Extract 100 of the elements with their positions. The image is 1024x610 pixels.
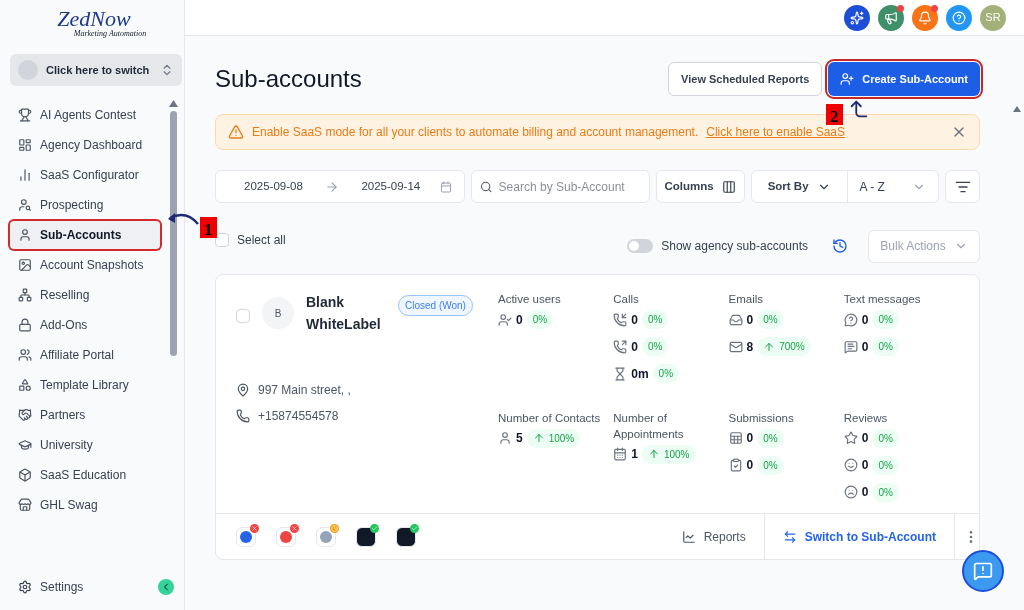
sidebar-item[interactable]: Partners	[10, 401, 161, 429]
sidebar-item[interactable]: Sub-Accounts	[10, 221, 161, 249]
stat-value: 0	[631, 338, 638, 356]
change-badge: 700%	[757, 337, 811, 356]
sidebar-item[interactable]: Add-Ons	[10, 311, 161, 339]
user-search-icon	[18, 198, 32, 212]
form-icon	[728, 431, 743, 445]
select-all-label: Select all	[237, 232, 286, 249]
sparkles-icon	[850, 10, 864, 25]
header-icon-button[interactable]	[912, 4, 938, 31]
reports-link[interactable]: Reports	[681, 527, 764, 546]
banner-text: Enable SaaS mode for all your clients to automate billing and account management.	[252, 124, 699, 141]
sort-control[interactable]: Sort By A - Z	[750, 170, 940, 203]
arrow-right-icon	[325, 179, 340, 194]
reports-button[interactable]: View Scheduled Reports	[668, 62, 823, 96]
trophy-icon	[18, 108, 32, 122]
scroll-up-icon[interactable]	[1013, 106, 1021, 112]
stat-value: 5	[516, 430, 523, 447]
scroll-up-icon[interactable]	[168, 100, 178, 107]
change-badge: 100%	[641, 444, 696, 464]
sidebar-item[interactable]: Prospecting	[10, 191, 161, 219]
settings-icon	[18, 580, 32, 594]
stat-value: 0	[861, 484, 869, 501]
header-icon-button[interactable]	[946, 4, 972, 31]
status-icon	[331, 524, 338, 532]
status-icon	[251, 524, 258, 532]
switch-account-link[interactable]: Switch to Sub-Account	[763, 514, 955, 559]
stat-value: 0	[746, 457, 754, 474]
stat-value: 1	[631, 446, 638, 463]
account-checkbox[interactable]	[236, 309, 250, 323]
sidebar-item[interactable]: Account Snapshots	[10, 251, 161, 279]
history-icon[interactable]	[832, 238, 848, 254]
sidebar-item[interactable]: AI Agents Contest	[10, 101, 161, 129]
change-badge: 0%	[757, 310, 784, 329]
stat-value: 0m	[631, 365, 649, 383]
header-icon-button[interactable]	[844, 4, 870, 31]
search-field[interactable]: Search by Sub-Account	[471, 170, 650, 203]
change-badge: 0%	[526, 310, 554, 329]
chat-button[interactable]	[962, 550, 1004, 592]
stat-label: Reviews	[843, 410, 889, 426]
brand-logo: ZedNow	[57, 8, 131, 30]
user-plus-icon	[840, 72, 855, 86]
bell-icon	[918, 10, 932, 25]
search-icon	[480, 179, 493, 194]
change-badge: 0%	[872, 455, 899, 475]
chart-icon	[18, 168, 32, 182]
select-all-checkbox[interactable]	[215, 233, 229, 247]
stat-label: Text messages	[843, 292, 922, 307]
image-icon	[18, 258, 32, 272]
stat-label: Emails	[728, 292, 764, 307]
handshake-icon	[18, 408, 32, 422]
account-name[interactable]: Blank WhiteLabel	[306, 291, 386, 335]
brand-tagline: Marketing Automation	[73, 30, 147, 38]
columns-button[interactable]: Columns	[655, 170, 745, 203]
graduation-cap-icon	[18, 438, 32, 452]
search-input[interactable]: Search by Sub-Account	[498, 177, 641, 196]
integration-icon[interactable]	[356, 526, 376, 547]
filter-button[interactable]	[945, 170, 980, 203]
header-icon-button[interactable]	[878, 4, 904, 31]
status-icon	[411, 524, 418, 532]
account-switcher[interactable]: Click here to switch	[10, 54, 182, 86]
star-icon	[843, 431, 858, 445]
integration-icon[interactable]	[396, 526, 416, 547]
sidebar-item[interactable]: GHL Swag	[10, 491, 161, 519]
sidebar-item[interactable]: Agency Dashboard	[10, 131, 161, 159]
account-phone: +15874554578	[258, 408, 339, 425]
sort-label[interactable]: Sort By	[751, 171, 848, 202]
phone-outgoing-icon	[613, 339, 628, 354]
arrow-up-icon	[763, 340, 776, 353]
stat-label: Calls	[613, 292, 640, 307]
sidebar-item[interactable]: University	[10, 431, 161, 459]
stat-value: 0	[861, 311, 869, 329]
store-icon	[18, 498, 32, 512]
phone-icon	[236, 409, 250, 423]
sidebar-item[interactable]: SaaS Configurator	[10, 161, 161, 189]
annotation-marker: 1	[200, 217, 217, 238]
agency-toggle[interactable]	[627, 239, 654, 253]
change-badge: 0%	[652, 364, 680, 383]
collapse-button[interactable]	[158, 579, 174, 595]
sidebar-item[interactable]: Affiliate Portal	[10, 341, 161, 369]
settings-link[interactable]: Settings	[10, 578, 92, 596]
change-badge: 0%	[757, 428, 784, 448]
stat-value: 0	[631, 311, 638, 329]
annotation-arrow	[166, 210, 200, 226]
date-range-field[interactable]: 2025-09-08 2025-09-14	[215, 170, 466, 203]
swap-icon	[782, 529, 797, 544]
users-icon	[18, 348, 32, 362]
stat-value: 0	[861, 457, 869, 474]
sidebar-item[interactable]: SaaS Education	[10, 461, 161, 489]
account-address: 997 Main street, ,	[258, 382, 351, 399]
scrollbar[interactable]	[169, 111, 177, 356]
sort-value[interactable]: A - Z	[847, 177, 939, 196]
calendar-icon	[613, 447, 628, 461]
create-button[interactable]: Create Sub-Account	[828, 62, 980, 96]
change-badge: 0%	[872, 428, 899, 448]
sidebar-item[interactable]: Reselling	[10, 281, 161, 309]
sidebar-item[interactable]: Template Library	[10, 371, 161, 399]
change-badge: 0%	[872, 482, 899, 502]
account-avatar: B	[262, 297, 294, 329]
change-badge: 0%	[641, 337, 669, 356]
